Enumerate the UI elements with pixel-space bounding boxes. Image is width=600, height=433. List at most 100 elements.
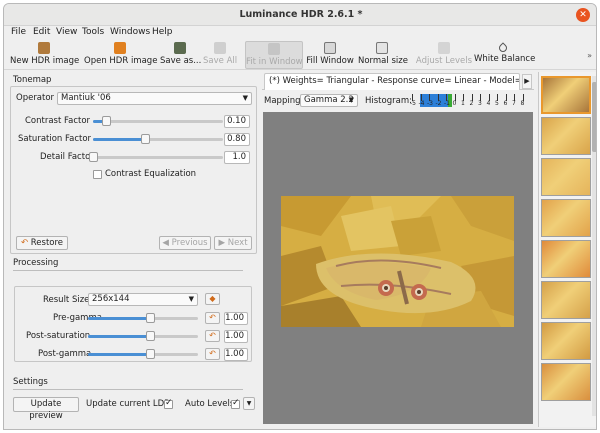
contrast-field[interactable]: 0.10 [224,115,250,128]
normal-size-icon [376,42,388,54]
contrast-equalization-label: Contrast Equalization [105,169,197,179]
update-ldr-label: Update current LDR [86,399,171,409]
pregamma-reset-icon[interactable]: ↶ [205,312,220,324]
postgamma-slider[interactable] [88,348,198,360]
tab-hdr-image[interactable]: (*) Weights= Triangular - Response curve… [264,73,520,90]
fit-window-button[interactable]: Fit in Window [245,41,303,69]
menu-bar: File Edit View Tools Windows Help [4,26,596,40]
saturation-label: Saturation Factor [18,134,92,144]
chevron-down-icon: ▼ [188,295,194,303]
result-size-label: Result Size [43,295,90,305]
postgamma-reset-icon[interactable]: ↶ [205,348,220,360]
histogram-widget[interactable]: -5 -4 -3 -2 -1 0 1 2 3 4 5 6 7 8 [408,93,530,109]
new-hdr-button[interactable]: New HDR image [10,41,79,69]
restore-icon: ↶ [20,238,29,248]
contrast-slider[interactable] [93,115,223,127]
open-hdr-button[interactable]: Open HDR image [84,41,157,69]
white-balance-button[interactable]: White Balance [474,41,535,69]
menu-windows[interactable]: Windows [110,27,150,37]
detail-field[interactable]: 1.0 [224,151,250,164]
menu-view[interactable]: View [56,27,77,37]
update-ldr-checkbox[interactable] [164,398,173,409]
chevron-right-icon[interactable]: ▶ [522,74,532,89]
menu-tools[interactable]: Tools [82,27,104,37]
processing-box: Result Size 256x144 ▼ ◆ Pre-gamma ↶ 1.00… [14,286,252,362]
contrast-label: Contrast Factor [25,116,91,126]
previous-icon: ◀ [162,238,169,248]
histogram-tick-label: 3 [478,100,482,107]
postgamma-label: Post-gamma [38,349,92,359]
postgamma-field[interactable]: 1.00 [224,348,248,361]
postsat-field[interactable]: 1.00 [224,330,248,343]
histogram-tick-label: -1 [444,100,450,107]
preview-thumbnail[interactable] [541,322,591,360]
preview-scrollbar[interactable] [592,76,596,416]
histogram-tick-label: 5 [495,100,499,107]
histogram-tick-label: -3 [427,100,433,107]
histogram-tick-label: 4 [486,100,491,107]
update-preview-button[interactable]: Update preview [13,397,79,421]
levels-icon [438,42,450,54]
fit-window-icon [268,43,280,55]
window-title: Luminance HDR 2.6.1 * [239,9,363,20]
histogram-tick-label: -5 [410,100,416,107]
saturation-field[interactable]: 0.80 [224,133,250,146]
detail-slider[interactable] [89,151,223,163]
folder-icon [114,42,126,54]
contrast-equalization-checkbox[interactable] [93,170,102,179]
result-size-apply-button[interactable]: ◆ [205,293,220,305]
save-icon [174,42,186,54]
adjust-levels-button[interactable]: Adjust Levels [414,41,474,69]
menu-file[interactable]: File [11,27,26,37]
histogram-tick-label: -4 [418,100,425,107]
histogram-tick-label: 1 [461,100,465,107]
toolbar-overflow-icon[interactable]: » [587,51,592,60]
tonemap-heading: Tonemap [13,75,52,85]
pregamma-slider[interactable] [88,312,198,324]
mapping-select[interactable]: Gamma 2.2 ▼ [300,94,358,107]
chevron-down-icon: ▼ [242,94,248,102]
next-icon: ▶ [218,238,226,248]
postsat-slider[interactable] [88,330,198,342]
preview-thumbnail[interactable] [541,240,591,278]
preview-thumbnail[interactable] [541,76,591,114]
fill-window-button[interactable]: Fill Window [306,41,354,69]
postsat-reset-icon[interactable]: ↶ [205,330,220,342]
preview-thumbnail[interactable] [541,117,591,155]
next-button[interactable]: ▶ Next [214,236,252,250]
fill-window-icon [324,42,336,54]
chevron-down-icon: ▼ [348,96,354,104]
mapping-label: Mapping: [264,96,304,106]
tonemapped-image[interactable] [281,196,514,327]
settings-heading: Settings [13,377,48,387]
scrollbar-handle[interactable] [592,82,596,152]
preview-thumbnail[interactable] [541,158,591,196]
left-panel: Tonemap Operator Mantiuk '06 ▼ Contrast … [9,72,259,427]
histogram-tick-label: 2 [469,100,474,107]
preview-thumbnail[interactable] [541,363,591,401]
previous-button[interactable]: ◀ Previous [159,236,211,250]
moth-on-leaves-image [281,196,514,327]
detail-label: Detail Factor [40,152,94,162]
auto-levels-checkbox[interactable] [231,398,240,409]
restore-button[interactable]: ↶ Restore [16,236,68,250]
operator-select[interactable]: Mantiuk '06 ▼ [57,92,252,105]
histogram-tick-label: 0 [452,100,457,107]
menu-help[interactable]: Help [152,27,173,37]
normal-size-button[interactable]: Normal size [358,41,408,69]
save-all-button[interactable]: Save All [203,41,237,69]
save-as-button[interactable]: Save as... [160,41,201,69]
image-canvas[interactable] [263,112,533,424]
close-icon[interactable]: ✕ [576,8,590,22]
preview-thumbnail[interactable] [541,199,591,237]
new-hdr-icon [38,42,50,54]
result-size-select[interactable]: 256x144 ▼ [88,293,198,306]
auto-levels-menu-button[interactable]: ▼ [243,397,255,410]
menu-edit[interactable]: Edit [33,27,50,37]
preview-thumbnail[interactable] [541,281,591,319]
save-all-icon [214,42,226,54]
pregamma-field[interactable]: 1.00 [224,312,248,325]
histogram-label: Histogram: [365,96,412,106]
title-bar: Luminance HDR 2.6.1 * ✕ [4,4,596,26]
saturation-slider[interactable] [93,133,223,145]
